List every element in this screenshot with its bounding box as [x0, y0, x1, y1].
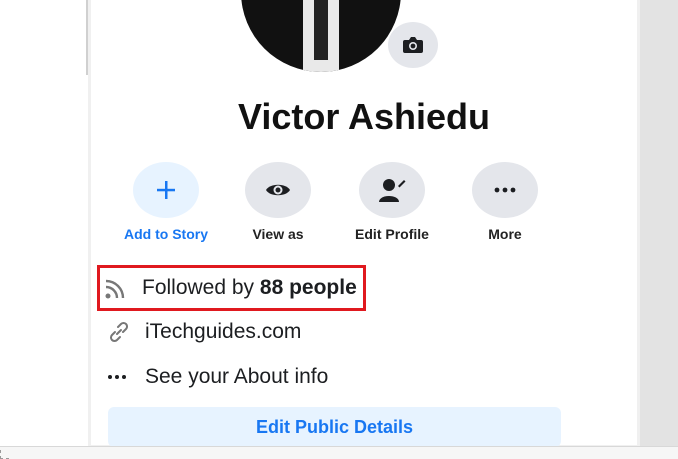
profile-card: Victor Ashiedu Add to Story View as Edit… — [91, 0, 637, 447]
edit-public-details-button[interactable]: Edit Public Details — [108, 407, 561, 447]
view-as-button[interactable]: View as — [223, 162, 333, 242]
more-dots-icon — [494, 187, 516, 193]
more-button[interactable]: More — [450, 162, 560, 242]
more-circle — [472, 162, 538, 218]
edit-profile-button[interactable]: Edit Profile — [337, 162, 447, 242]
add-to-story-button[interactable]: Add to Story — [111, 162, 221, 242]
eye-icon — [266, 184, 290, 196]
website-row[interactable]: iTechguides.com — [107, 312, 301, 352]
edit-profile-circle — [359, 162, 425, 218]
view-as-label: View as — [252, 226, 304, 242]
profile-name: Victor Ashiedu — [237, 96, 491, 137]
view-as-circle — [245, 162, 311, 218]
add-to-story-circle — [133, 162, 199, 218]
plus-icon — [157, 181, 175, 199]
camera-icon — [403, 37, 423, 53]
followers-prefix: Followed by — [142, 276, 260, 299]
more-dots-small-icon — [107, 374, 145, 380]
followers-row[interactable]: Followed by 88 people — [97, 265, 366, 311]
link-icon — [107, 320, 145, 344]
about-row[interactable]: See your About info — [107, 357, 328, 397]
more-label: More — [488, 226, 522, 242]
right-scroll-area — [640, 0, 678, 458]
profile-picture[interactable] — [241, 0, 401, 72]
edit-profile-label: Edit Profile — [355, 226, 429, 242]
bottom-strip — [0, 446, 678, 459]
avatar-tie — [314, 0, 328, 60]
edit-profile-icon — [379, 179, 406, 202]
rss-feed-icon — [104, 276, 142, 300]
followers-count: 88 people — [259, 276, 357, 299]
add-to-story-label: Add to Story — [124, 226, 208, 242]
panel-edge — [86, 0, 88, 75]
website-link[interactable]: iTechguides.com — [145, 320, 301, 344]
left-panel — [0, 0, 88, 458]
update-photo-button[interactable] — [388, 22, 438, 68]
about-info-text: See your About info — [145, 365, 329, 388]
